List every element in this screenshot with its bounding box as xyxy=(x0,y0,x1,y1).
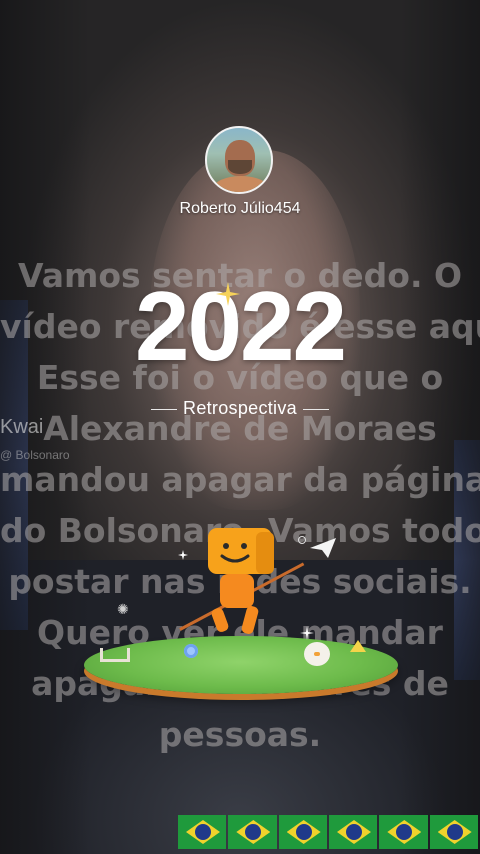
user-avatar[interactable] xyxy=(205,126,273,194)
avatar-shoulders xyxy=(213,176,269,192)
paper-plane-icon xyxy=(310,538,336,558)
ring-decoration xyxy=(298,536,306,544)
sparkle-icon xyxy=(300,626,314,640)
chick-decoration xyxy=(304,642,330,666)
fence-decoration xyxy=(100,648,130,662)
retrospective-screen: Vamos sentar o dedo. O vídeo removido é … xyxy=(0,0,480,854)
loading-icon: ✺ xyxy=(117,601,129,617)
retrospective-heading: Retrospectiva xyxy=(0,398,480,419)
watermark-handle: @ Bolsonaro xyxy=(0,448,70,462)
brazil-flag-icon xyxy=(328,815,378,849)
brazil-flag-icon xyxy=(178,815,227,849)
username[interactable]: Roberto Júlio454 xyxy=(0,200,480,218)
retrospective-year: 2022 xyxy=(134,271,347,381)
sparkle-icon xyxy=(178,550,188,560)
sparkle-icon xyxy=(216,282,240,306)
retrospective-label: Retrospectiva xyxy=(183,398,297,418)
flag-strip xyxy=(178,815,480,854)
brazil-flag-icon xyxy=(429,815,478,849)
kwai-mascot-icon xyxy=(208,528,274,634)
watermark-app: Kwai xyxy=(0,416,44,438)
avatar-beard xyxy=(228,160,252,174)
brazil-flag-icon xyxy=(379,815,428,849)
divider-right xyxy=(302,408,329,410)
flower-decoration xyxy=(184,644,198,658)
brazil-flag-icon xyxy=(278,815,327,849)
brazil-flag-icon xyxy=(228,815,277,849)
divider-left xyxy=(151,408,178,410)
